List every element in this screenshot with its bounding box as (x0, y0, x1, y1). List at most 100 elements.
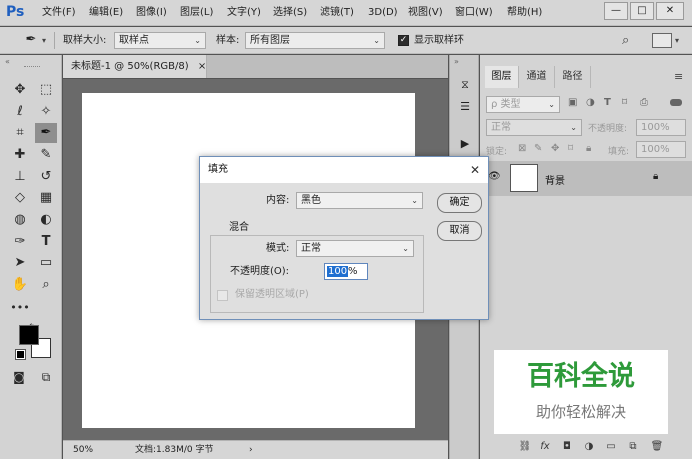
restore-button[interactable]: □ (630, 2, 654, 20)
layer-style-icon[interactable]: fx (538, 440, 552, 454)
filter-toggle-icon[interactable] (670, 99, 682, 106)
tab-channels[interactable]: 通道 (519, 66, 555, 88)
content-value: 黑色 (301, 195, 321, 206)
history-brush-tool-icon[interactable]: ↺ (35, 167, 57, 187)
zoom-level[interactable]: 50% (73, 441, 93, 459)
menu-select[interactable]: 选择(S) (273, 5, 307, 21)
document-tab[interactable]: 未标题-1 @ 50%(RGB/8) × (63, 55, 207, 78)
type-filter-icon[interactable]: T (604, 97, 611, 108)
eraser-tool-icon[interactable]: ◇ (9, 188, 31, 208)
lock-artboard-icon[interactable]: ⌑ (568, 143, 573, 154)
ok-button[interactable]: 确定 (437, 193, 482, 213)
menu-window[interactable]: 窗口(W) (455, 5, 493, 21)
dodge-tool-icon[interactable]: ◐ (35, 210, 57, 230)
fill-input[interactable]: 100% (636, 141, 686, 158)
search-icon[interactable]: ⌕ (622, 33, 638, 49)
clone-stamp-tool-icon[interactable]: ⊥ (9, 167, 31, 187)
healing-brush-tool-icon[interactable]: ✚ (9, 145, 31, 165)
menu-edit[interactable]: 编辑(E) (89, 5, 123, 21)
link-layers-icon[interactable]: ⛓︎ (518, 440, 532, 454)
properties-panel-icon[interactable]: ☰ (457, 99, 473, 115)
type-tool-icon[interactable]: T (35, 232, 57, 252)
preserve-transparency-checkbox[interactable] (217, 290, 228, 301)
new-layer-icon[interactable]: ⧉ (626, 440, 640, 454)
mode-select[interactable]: 正常 ⌄ (296, 240, 414, 257)
default-colors-icon[interactable] (15, 349, 26, 360)
dialog-title-bar[interactable]: 填充 (200, 157, 488, 183)
chevron-down-icon[interactable]: ▾ (675, 36, 679, 45)
rectangle-tool-icon[interactable]: ▭ (35, 253, 57, 273)
layer-row-background[interactable]: 👁︎ 背景 🔒︎ (482, 161, 692, 196)
lock-image-icon[interactable]: ✎ (534, 143, 542, 154)
menu-view[interactable]: 视图(V) (408, 5, 443, 21)
new-group-icon[interactable]: ▭ (604, 440, 618, 454)
foreground-color-swatch[interactable] (19, 325, 39, 345)
more-tools-icon[interactable]: ••• (9, 298, 31, 318)
minimize-button[interactable]: — (604, 2, 628, 20)
lock-position-icon[interactable]: ✥ (551, 143, 559, 154)
menu-file[interactable]: 文件(F) (42, 5, 76, 21)
lock-all-icon[interactable]: 🔒︎ (586, 143, 591, 154)
eyedropper-tool-icon[interactable]: ✒ (35, 123, 57, 143)
grip-handle[interactable] (24, 66, 40, 68)
lasso-tool-icon[interactable]: ℓ (9, 102, 31, 122)
show-ring-checkbox[interactable]: ✓ (398, 35, 409, 46)
collapse-icon[interactable]: » (454, 57, 459, 66)
brush-tool-icon[interactable]: ✎ (35, 145, 57, 165)
close-window-button[interactable]: ✕ (656, 2, 684, 20)
pixel-filter-icon[interactable]: ▣ (568, 97, 577, 108)
cancel-button[interactable]: 取消 (437, 221, 482, 241)
visibility-eye-icon[interactable]: 👁︎ (488, 171, 501, 182)
menu-3d[interactable]: 3D(D) (368, 5, 398, 21)
tab-paths[interactable]: 路径 (555, 66, 591, 88)
eyedropper-preset-icon[interactable]: ✒ (20, 31, 42, 49)
quick-mask-icon[interactable]: ◙ (8, 367, 30, 387)
shape-filter-icon[interactable]: ⌑ (622, 97, 627, 108)
opacity-input[interactable]: 100 (324, 263, 368, 280)
menu-help[interactable]: 帮助(H) (507, 5, 542, 21)
opacity-input[interactable]: 100% (636, 119, 686, 136)
layer-kind-filter[interactable]: ρ 类型 ⌄ (486, 96, 560, 113)
crop-tool-icon[interactable]: ⌗ (9, 123, 31, 143)
dialog-close-icon[interactable]: ✕ (470, 163, 480, 177)
sample-select[interactable]: 所有图层 ⌄ (245, 32, 385, 49)
show-ring-label: 显示取样环 (414, 35, 464, 46)
chevron-down-icon: ⌄ (570, 123, 577, 132)
status-menu-arrow[interactable]: › (249, 441, 253, 459)
move-tool-icon[interactable]: ✥ (9, 80, 31, 100)
tab-layers[interactable]: 图层 (485, 66, 519, 88)
gradient-tool-icon[interactable]: ▦ (35, 188, 57, 208)
screen-mode-icon[interactable]: ⧉ (35, 367, 57, 387)
menu-type[interactable]: 文字(Y) (227, 5, 261, 21)
zoom-tool-icon[interactable]: ⌕ (35, 275, 57, 295)
history-panel-icon[interactable]: ⧖ (457, 77, 473, 93)
workspace-switcher-icon[interactable] (652, 33, 672, 48)
smart-object-filter-icon[interactable]: ⎙ (640, 97, 648, 108)
hand-tool-icon[interactable]: ✋ (9, 275, 31, 295)
sample-size-select[interactable]: 取样点 ⌄ (114, 32, 206, 49)
actions-play-icon[interactable]: ▶ (457, 136, 473, 152)
close-tab-icon[interactable]: × (198, 61, 206, 72)
adjustment-layer-icon[interactable]: ◑ (582, 440, 596, 454)
photoshop-logo: Ps (6, 4, 25, 20)
preserve-transparency-label: 保留透明区域(P) (235, 289, 309, 300)
blend-mode-value: 正常 (491, 122, 511, 133)
adjustment-filter-icon[interactable]: ◑ (586, 97, 595, 108)
menu-filter[interactable]: 滤镜(T) (320, 5, 354, 21)
pen-tool-icon[interactable]: ✑ (9, 232, 31, 252)
layers-panel-footer: ⛓︎ fx ◘ ◑ ▭ ⧉ 🗑︎ (480, 434, 692, 459)
path-selection-tool-icon[interactable]: ➤ (9, 253, 31, 273)
panel-menu-icon[interactable]: ≡ (674, 70, 683, 83)
menu-image[interactable]: 图像(I) (136, 5, 167, 21)
magic-wand-tool-icon[interactable]: ✧ (35, 102, 57, 122)
collapse-icon[interactable]: « (5, 57, 10, 66)
blend-mode-select[interactable]: 正常 ⌄ (486, 119, 582, 136)
blur-tool-icon[interactable]: ◍ (9, 210, 31, 230)
content-select[interactable]: 黑色 ⌄ (296, 192, 423, 209)
marquee-tool-icon[interactable]: ⬚ (35, 80, 57, 100)
trash-icon[interactable]: 🗑︎ (650, 440, 664, 454)
chevron-down-icon[interactable]: ▾ (42, 36, 46, 45)
menu-layer[interactable]: 图层(L) (180, 5, 213, 21)
lock-transparency-icon[interactable]: ⊠ (518, 143, 526, 154)
layer-mask-icon[interactable]: ◘ (560, 440, 574, 454)
